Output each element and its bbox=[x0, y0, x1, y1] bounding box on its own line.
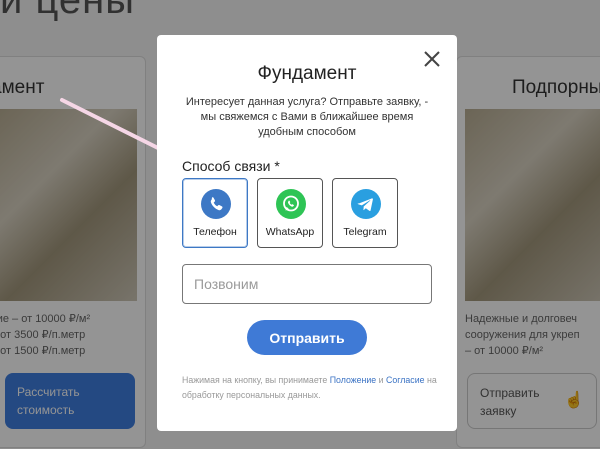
submit-button[interactable]: Отправить bbox=[247, 320, 367, 355]
contact-method-label: Способ связи * bbox=[182, 158, 280, 174]
consent-text: Нажимая на кнопку, вы принимаете Положен… bbox=[182, 375, 437, 400]
contact-method-label-phone: Телефон bbox=[193, 226, 237, 238]
contact-method-label-whatsapp: WhatsApp bbox=[265, 226, 315, 238]
contact-method-whatsapp[interactable]: WhatsApp bbox=[257, 178, 323, 248]
contact-method-label-telegram: Telegram bbox=[343, 226, 387, 238]
whatsapp-icon bbox=[276, 189, 306, 219]
regulation-link[interactable]: Положение bbox=[330, 375, 377, 385]
agreement-link[interactable]: Согласие bbox=[386, 375, 425, 385]
modal-title: Фундамент bbox=[257, 63, 357, 84]
request-modal: Фундамент Интересует данная услуга? Отпр… bbox=[157, 35, 457, 431]
contact-method-telegram[interactable]: Telegram bbox=[332, 178, 398, 248]
contact-method-options: Телефон WhatsApp Telegram bbox=[182, 178, 398, 248]
contact-input[interactable] bbox=[182, 264, 432, 304]
telegram-icon bbox=[351, 189, 381, 219]
contact-method-phone[interactable]: Телефон bbox=[182, 178, 248, 248]
phone-icon bbox=[201, 189, 231, 219]
modal-description: Интересует данная услуга? Отправьте заяв… bbox=[185, 96, 429, 138]
